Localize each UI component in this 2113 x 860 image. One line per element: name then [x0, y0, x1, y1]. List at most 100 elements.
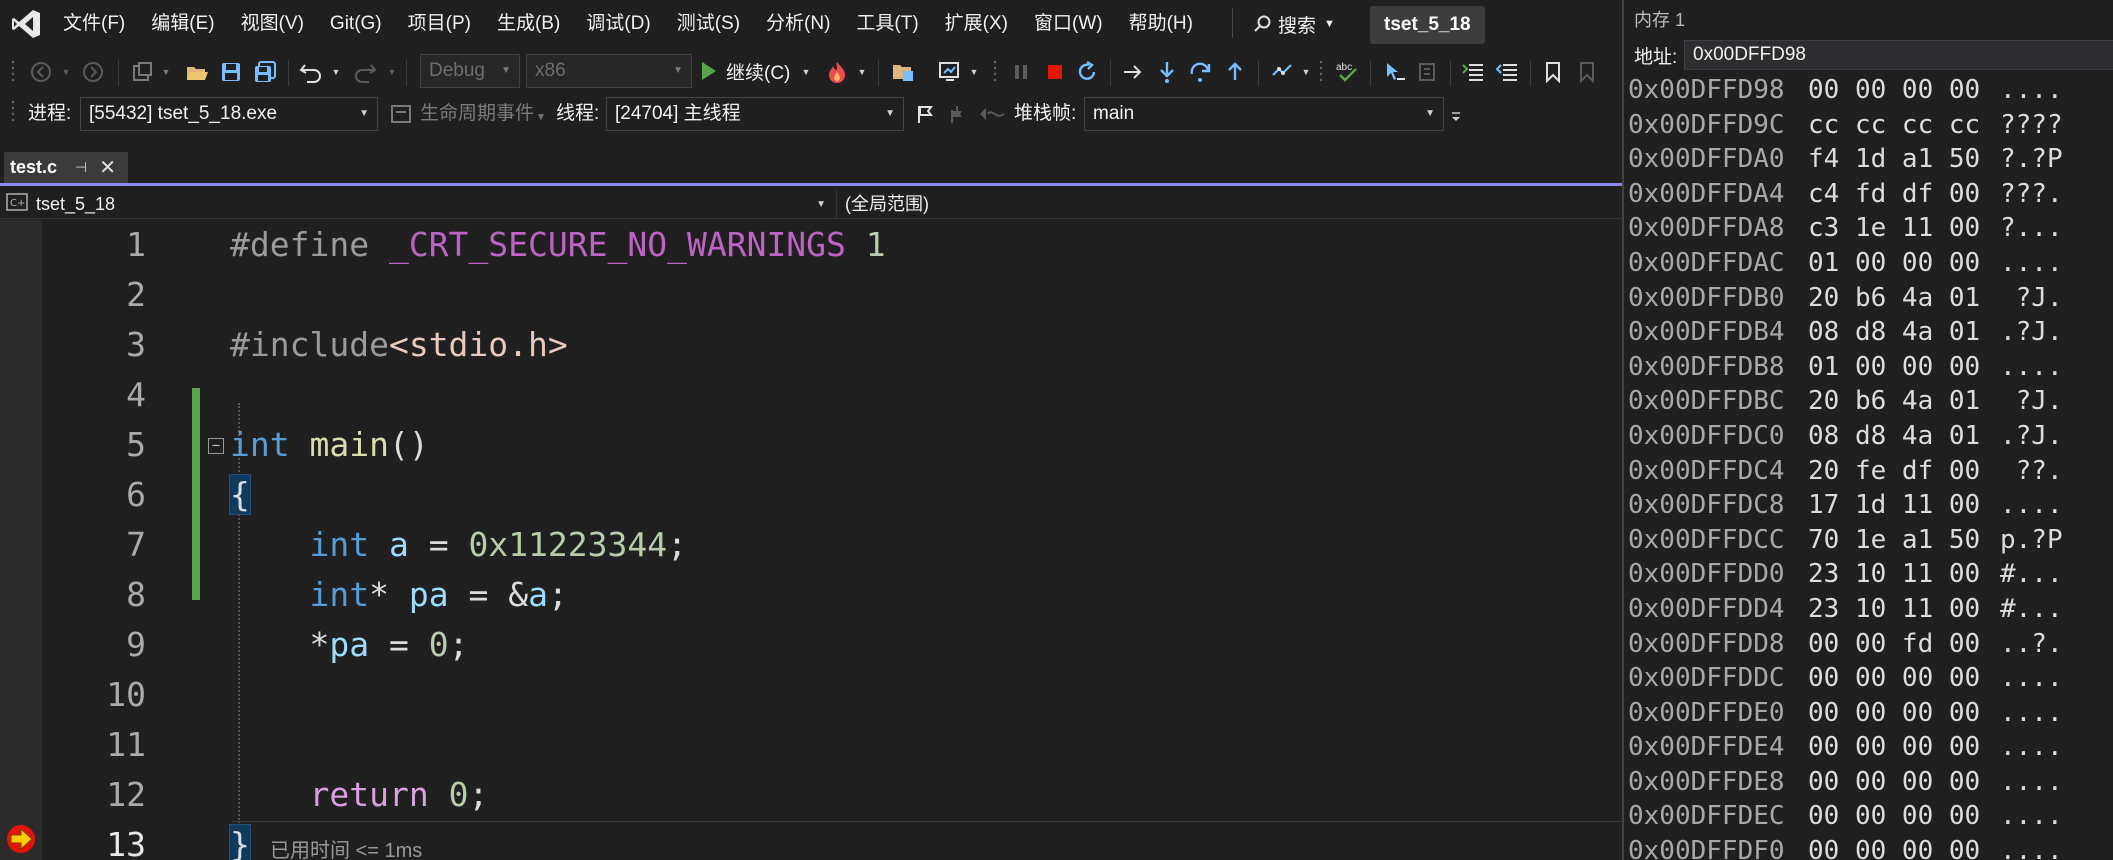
navigate-forward-icon[interactable]: [78, 56, 108, 88]
toolbar-options-icon[interactable]: [1448, 98, 1464, 130]
memory-bytes[interactable]: 00 00 00 00: [1808, 661, 1980, 696]
memory-row[interactable]: 0x00DFFDE4 00 00 00 00....: [1624, 730, 2113, 765]
menu-build[interactable]: 生成(B): [484, 0, 573, 48]
memory-row[interactable]: 0x00DFFDBC 20 b6 4a 01 ?J.: [1624, 384, 2113, 419]
new-item-icon[interactable]: [128, 56, 158, 88]
toolbar-grip-icon[interactable]: [1316, 56, 1326, 88]
address-input[interactable]: [1684, 40, 2113, 70]
memory-row[interactable]: 0x00DFFDD8 00 00 fd 00..?.: [1624, 627, 2113, 662]
code-editor[interactable]: 1 #define _CRT_SECURE_NO_WARNINGS 1 2 3 …: [0, 220, 1622, 860]
insights-dropdown-icon[interactable]: ▼: [968, 56, 980, 88]
memory-row[interactable]: 0x00DFFDA4 c4 fd df 00???.: [1624, 177, 2113, 212]
menu-view[interactable]: 视图(V): [228, 0, 317, 48]
menu-edit[interactable]: 编辑(E): [138, 0, 227, 48]
save-icon[interactable]: [216, 56, 246, 88]
memory-row[interactable]: 0x00DFFDCC 70 1e a1 50 p.?P: [1624, 523, 2113, 558]
memory-bytes[interactable]: 00 00 00 00: [1808, 765, 1980, 800]
memory-window-title[interactable]: 内存 1: [1634, 6, 1685, 32]
hot-reload-icon[interactable]: [822, 56, 852, 88]
memory-bytes[interactable]: 23 10 11 00: [1808, 592, 1980, 627]
memory-rows[interactable]: 0x00DFFD98 00 00 00 00.... 0x00DFFD9C cc c…: [1624, 73, 2113, 860]
memory-bytes[interactable]: 00 00 00 00: [1808, 73, 1980, 108]
step-out-icon[interactable]: [1220, 56, 1250, 88]
memory-bytes[interactable]: 00 00 00 00: [1808, 696, 1980, 731]
menu-git[interactable]: Git(G): [317, 0, 395, 48]
spell-check-icon[interactable]: abc: [1332, 56, 1362, 88]
toolbar-grip-icon[interactable]: [8, 56, 18, 88]
code-line[interactable]: 3 #include<stdio.h>: [0, 320, 1622, 370]
navigate-back-icon[interactable]: [26, 56, 56, 88]
toolbar-grip-icon[interactable]: [8, 96, 18, 128]
menu-tools[interactable]: 工具(T): [843, 0, 931, 48]
menu-debug[interactable]: 调试(D): [573, 0, 663, 48]
memory-row[interactable]: 0x00DFFDF0 00 00 00 00....: [1624, 834, 2113, 860]
project-navigation-dropdown[interactable]: C+ tset_5_18 ▼: [6, 189, 826, 219]
perf-tip[interactable]: 已用时间 <= 1ms: [270, 834, 422, 860]
memory-bytes[interactable]: 23 10 11 00: [1808, 557, 1980, 592]
code-line[interactable]: 2: [0, 270, 1622, 320]
restart-icon[interactable]: [1072, 56, 1102, 88]
memory-row[interactable]: 0x00DFFDC0 08 d8 4a 01 .?J.: [1624, 419, 2113, 454]
memory-row[interactable]: 0x00DFFDB8 01 00 00 00....: [1624, 350, 2113, 385]
memory-bytes[interactable]: f4 1d a1 50: [1808, 142, 1980, 177]
scope-navigation-dropdown[interactable]: (全局范围): [836, 189, 1622, 219]
solution-explorer-icon[interactable]: [888, 56, 918, 88]
memory-row[interactable]: 0x00DFFDEC 00 00 00 00....: [1624, 799, 2113, 834]
memory-bytes[interactable]: 20 b6 4a 01: [1808, 281, 1980, 316]
code-line[interactable]: 4: [0, 370, 1622, 420]
memory-bytes[interactable]: 00 00 00 00: [1808, 730, 1980, 765]
uncomment-lines-icon[interactable]: [1492, 56, 1522, 88]
collapse-icon[interactable]: −: [208, 438, 224, 454]
lifecycle-dropdown-icon[interactable]: ▼: [536, 104, 546, 132]
step-over-icon[interactable]: [1186, 56, 1216, 88]
menu-test[interactable]: 测试(S): [664, 0, 753, 48]
open-folder-icon[interactable]: [182, 56, 212, 88]
flag-thread-icon[interactable]: [912, 98, 938, 130]
memory-row[interactable]: 0x00DFFDA8 c3 1e 11 00?...: [1624, 211, 2113, 246]
code-line[interactable]: 7 int a = 0x11223344;: [0, 520, 1622, 570]
continue-button[interactable]: 继续(C): [702, 54, 790, 88]
code-line[interactable]: 6 {: [0, 470, 1622, 520]
pin-icon[interactable]: ⊣: [75, 159, 87, 176]
toggle-call-stack-icon[interactable]: [976, 98, 1008, 130]
code-line[interactable]: 9 *pa = 0;: [0, 620, 1622, 670]
save-all-icon[interactable]: [250, 56, 280, 88]
menu-analyze[interactable]: 分析(N): [753, 0, 843, 48]
block-select-icon[interactable]: [1412, 56, 1442, 88]
memory-row[interactable]: 0x00DFFDC4 20 fe df 00 ??.: [1624, 454, 2113, 489]
memory-row[interactable]: 0x00DFFDB4 08 d8 4a 01 .?J.: [1624, 315, 2113, 350]
code-line[interactable]: 1 #define _CRT_SECURE_NO_WARNINGS 1: [0, 220, 1622, 270]
bookmark-previous-icon[interactable]: [1572, 56, 1602, 88]
memory-bytes[interactable]: 01 00 00 00: [1808, 246, 1980, 281]
menu-extensions[interactable]: 扩展(X): [932, 0, 1021, 48]
memory-bytes[interactable]: c3 1e 11 00: [1808, 211, 1980, 246]
break-all-icon[interactable]: [1006, 56, 1036, 88]
solution-name-badge[interactable]: tset_5_18: [1370, 6, 1485, 44]
diagnostics-dropdown-icon[interactable]: ▼: [1300, 56, 1312, 88]
lifecycle-events-icon[interactable]: [388, 98, 414, 130]
stop-debugging-icon[interactable]: [1040, 56, 1070, 88]
code-line[interactable]: 8 int* pa = &a;: [0, 570, 1622, 620]
memory-row[interactable]: 0x00DFFDE0 00 00 00 00....: [1624, 696, 2113, 731]
memory-bytes[interactable]: 70 1e a1 50: [1808, 523, 1980, 558]
memory-bytes[interactable]: 20 b6 4a 01: [1808, 384, 1980, 419]
code-line[interactable]: 12 return 0;: [0, 770, 1622, 820]
process-dropdown[interactable]: [55432] tset_5_18.exe ▼: [80, 97, 378, 131]
memory-bytes[interactable]: c4 fd df 00: [1808, 177, 1980, 212]
memory-row[interactable]: 0x00DFFD98 00 00 00 00....: [1624, 73, 2113, 108]
memory-row[interactable]: 0x00DFFDC8 17 1d 11 00....: [1624, 488, 2113, 523]
menu-help[interactable]: 帮助(H): [1116, 0, 1206, 48]
thread-dropdown[interactable]: [24704] 主线程 ▼: [606, 97, 904, 131]
redo-dropdown-icon[interactable]: ▼: [386, 56, 398, 88]
lifecycle-events-label[interactable]: 生命周期事件: [420, 100, 534, 128]
search-button[interactable]: 搜索 ▼: [1252, 8, 1335, 40]
menu-project[interactable]: 项目(P): [395, 0, 484, 48]
memory-bytes[interactable]: 00 00 00 00: [1808, 834, 1980, 860]
memory-row[interactable]: 0x00DFFDB0 20 b6 4a 01 ?J.: [1624, 281, 2113, 316]
show-flagged-threads-icon[interactable]: [944, 98, 970, 130]
memory-row[interactable]: 0x00DFFDE8 00 00 00 00....: [1624, 765, 2113, 800]
memory-bytes[interactable]: cc cc cc cc: [1808, 108, 1980, 143]
menu-file[interactable]: 文件(F): [50, 0, 138, 48]
diagnostic-tools-icon[interactable]: [1268, 56, 1298, 88]
tab-test-c[interactable]: test.c ⊣ ✕: [4, 152, 128, 183]
